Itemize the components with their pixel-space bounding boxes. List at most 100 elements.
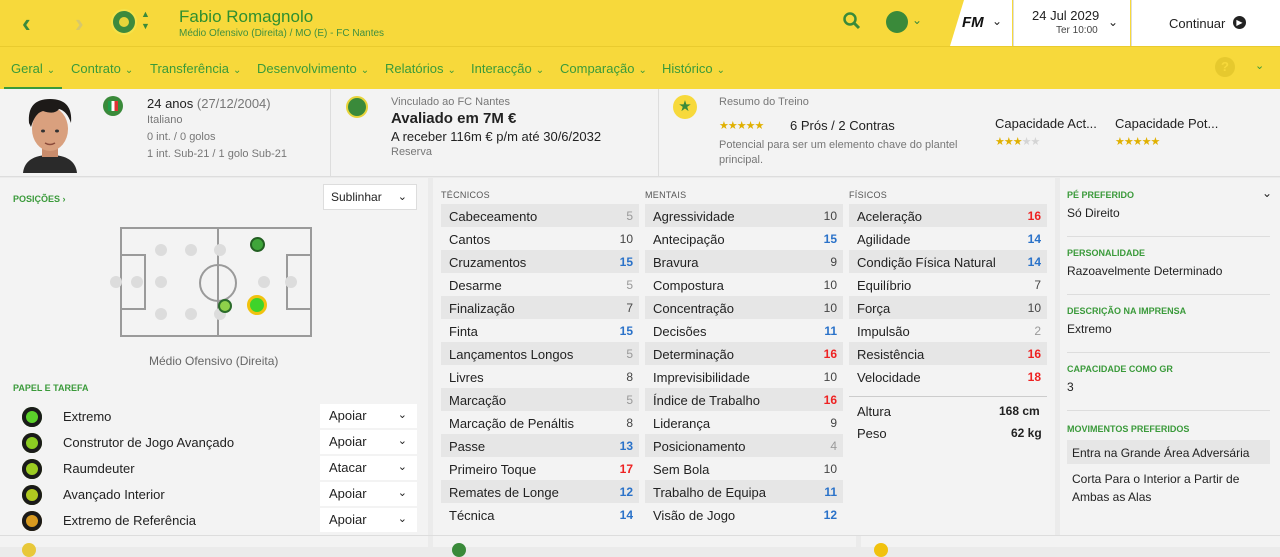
role-duty-dropdown[interactable]: Apoiar ⌄ — [320, 404, 417, 428]
chevron-down-icon[interactable]: ▼ — [141, 20, 150, 32]
club-crest-icon[interactable] — [346, 96, 368, 118]
club-crest-icon[interactable] — [111, 9, 137, 35]
tab-desenvolvimento[interactable]: Desenvolvimento ⌄ — [257, 61, 369, 76]
attribute-row[interactable]: Equilíbrio 7 — [849, 273, 1047, 296]
role-duty-dropdown[interactable]: Apoiar ⌄ — [320, 508, 417, 532]
attribute-row[interactable]: Resistência 16 — [849, 342, 1047, 365]
attribute-row[interactable]: Técnica 14 — [441, 503, 639, 526]
role-name[interactable]: Extremo de Referência — [63, 513, 196, 528]
role-row[interactable]: Raumdeuter Atacar ⌄ — [0, 456, 428, 482]
role-duty-dropdown[interactable]: Atacar ⌄ — [320, 456, 417, 480]
attribute-row[interactable]: Aceleração 16 — [849, 204, 1047, 227]
role-name[interactable]: Construtor de Jogo Avançado — [63, 435, 234, 450]
attribute-row[interactable]: Passe 13 — [441, 434, 639, 457]
attribute-row[interactable]: Cabeceamento 5 — [441, 204, 639, 227]
physical-attributes: Aceleração 16 Agilidade 14 Condição Física N… — [849, 204, 1047, 388]
positions-title[interactable]: POSIÇÕES › — [13, 194, 66, 204]
tab-relatorios[interactable]: Relatórios ⌄ — [385, 61, 456, 76]
attribute-row[interactable]: Finalização 7 — [441, 296, 639, 319]
attribute-row[interactable]: Finta 15 — [441, 319, 639, 342]
tab-comparacao[interactable]: Comparação ⌄ — [560, 61, 647, 76]
search-icon[interactable] — [843, 12, 861, 30]
attribute-row[interactable]: Determinação 16 — [645, 342, 843, 365]
attribute-row[interactable]: Decisões 11 — [645, 319, 843, 342]
attribute-row[interactable]: Antecipação 15 — [645, 227, 843, 250]
chevron-down-icon[interactable]: ⌄ — [1108, 15, 1118, 29]
attribute-row[interactable]: Agressividade 10 — [645, 204, 843, 227]
attribute-name: Equilíbrio — [857, 278, 912, 293]
attribute-row[interactable]: Trabalho de Equipa 11 — [645, 480, 843, 503]
attribute-row[interactable]: Marcação 5 — [441, 388, 639, 411]
role-row[interactable]: Construtor de Jogo Avançado Apoiar ⌄ — [0, 430, 428, 456]
role-row[interactable]: Extremo de Referência Apoiar ⌄ — [0, 508, 428, 534]
attribute-row[interactable]: Agilidade 14 — [849, 227, 1047, 250]
attribute-row[interactable]: Desarme 5 — [441, 273, 639, 296]
attribute-row[interactable]: Impulsão 2 — [849, 319, 1047, 342]
player-switch-arrows[interactable]: ▲ ▼ — [141, 8, 150, 32]
attribute-row[interactable]: Cantos 10 — [441, 227, 639, 250]
positions-panel: POSIÇÕES › Sublinhar ⌄ Médio Ofensivo (Di… — [0, 178, 428, 547]
role-name[interactable]: Raumdeuter — [63, 461, 135, 476]
attribute-row[interactable]: Velocidade 18 — [849, 365, 1047, 388]
tab-contrato[interactable]: Contrato ⌄ — [71, 61, 133, 76]
chevron-down-icon[interactable]: ⌄ — [992, 14, 1002, 28]
attribute-row[interactable]: Livres 8 — [441, 365, 639, 388]
attribute-name: Condição Física Natural — [857, 255, 996, 270]
attribute-row[interactable]: Compostura 10 — [645, 273, 843, 296]
player-value: Avaliado em 7M € — [391, 110, 517, 127]
highlight-dropdown[interactable]: Sublinhar ⌄ — [323, 184, 417, 210]
role-duty-dropdown[interactable]: Apoiar ⌄ — [320, 482, 417, 506]
preferred-move-item[interactable]: Corta Para o Interior a Partir de Ambas … — [1067, 466, 1270, 508]
attribute-row[interactable]: Imprevisibilidade 10 — [645, 365, 843, 388]
pros-cons[interactable]: 6 Prós / 2 Contras — [790, 118, 895, 133]
help-icon[interactable]: ? — [1215, 57, 1235, 77]
attribute-row[interactable]: Sem Bola 10 — [645, 457, 843, 480]
tab-geral[interactable]: Geral ⌄ — [11, 61, 55, 76]
attribute-row[interactable]: Visão de Jogo 12 — [645, 503, 843, 526]
forward-button[interactable]: › — [75, 8, 84, 39]
attribute-row[interactable]: Liderança 9 — [645, 411, 843, 434]
attribute-row[interactable]: Marcação de Penáltis 8 — [441, 411, 639, 434]
chevron-up-icon[interactable]: ▲ — [141, 8, 150, 20]
role-name[interactable]: Avançado Interior — [63, 487, 165, 502]
tab-historico[interactable]: Histórico ⌄ — [662, 61, 725, 76]
press-description-label: DESCRIÇÃO NA IMPRENSA — [1067, 306, 1187, 316]
attribute-row[interactable]: Concentração 10 — [645, 296, 843, 319]
attribute-row[interactable]: Índice de Trabalho 16 — [645, 388, 843, 411]
chevron-down-icon[interactable]: ⌄ — [912, 13, 922, 27]
attribute-row[interactable]: Força 10 — [849, 296, 1047, 319]
attribute-value: 13 — [619, 439, 633, 453]
chevron-down-icon[interactable]: ⌄ — [1255, 59, 1264, 72]
attribute-row[interactable]: Condição Física Natural 14 — [849, 250, 1047, 273]
attribute-row[interactable]: Primeiro Toque 17 — [441, 457, 639, 480]
gk-ability-label: CAPACIDADE COMO GR — [1067, 364, 1173, 374]
attribute-row[interactable]: Remates de Longe 12 — [441, 480, 639, 503]
chevron-down-icon[interactable]: ⌄ — [1262, 186, 1272, 200]
role-name[interactable]: Extremo — [63, 409, 111, 424]
attribute-value: 5 — [626, 278, 633, 292]
role-duty-dropdown[interactable]: Apoiar ⌄ — [320, 430, 417, 454]
nationality-flag-icon[interactable] — [103, 96, 123, 116]
back-button[interactable]: ‹ — [22, 8, 31, 39]
role-row[interactable]: Extremo Apoiar ⌄ — [0, 404, 428, 430]
globe-icon[interactable] — [886, 11, 908, 33]
player-position-club[interactable]: Médio Ofensivo (Direita) / MO (E) - FC N… — [179, 28, 384, 39]
tab-interaccao[interactable]: Interacção ⌄ — [471, 61, 544, 76]
attribute-value: 4 — [830, 439, 837, 453]
attribute-row[interactable]: Posicionamento 4 — [645, 434, 843, 457]
play-icon[interactable]: ▶ — [1233, 16, 1246, 29]
player-info-strip: 24 anos (27/12/2004) Italiano 0 int. / 0… — [0, 89, 1280, 177]
fm-logo[interactable]: FM — [962, 14, 984, 31]
attribute-row[interactable]: Lançamentos Longos 5 — [441, 342, 639, 365]
attribute-row[interactable]: Bravura 9 — [645, 250, 843, 273]
tab-transferencia[interactable]: Transferência ⌄ — [150, 61, 241, 76]
nationality[interactable]: Italiano — [147, 114, 182, 126]
current-date: 24 Jul 2029 — [1032, 8, 1100, 23]
attribute-name: Sem Bola — [653, 462, 710, 477]
attribute-row[interactable]: Cruzamentos 15 — [441, 250, 639, 273]
role-row[interactable]: Avançado Interior Apoiar ⌄ — [0, 482, 428, 508]
continue-label[interactable]: Continuar — [1169, 16, 1225, 31]
attribute-value: 10 — [823, 278, 837, 292]
attribute-name: Finalização — [449, 301, 515, 316]
preferred-move-item[interactable]: Entra na Grande Área Adversária — [1067, 440, 1270, 464]
